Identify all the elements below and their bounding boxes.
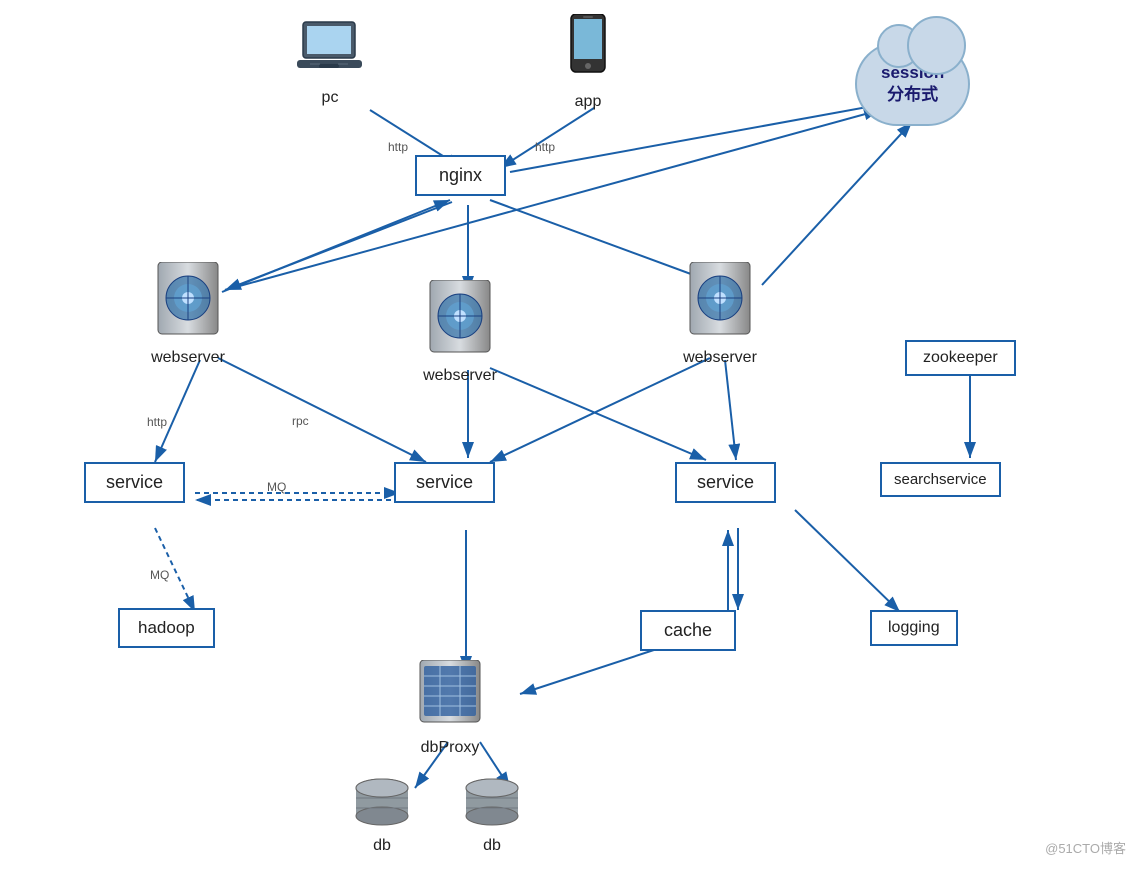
node-hadoop: hadoop — [118, 608, 215, 648]
searchservice-box: searchservice — [880, 462, 1001, 497]
app-icon — [563, 14, 613, 86]
node-webserver2: webserver — [420, 280, 500, 385]
node-db2: db — [462, 778, 522, 855]
service2-box: service — [394, 462, 495, 503]
label-rpc: rpc — [292, 414, 309, 428]
service1-box: service — [84, 462, 185, 503]
node-cache: cache — [640, 610, 736, 651]
node-webserver1: webserver — [148, 262, 228, 367]
node-session: session分布式 — [855, 42, 970, 126]
dbproxy-icon — [410, 660, 490, 732]
dbproxy-label: dbProxy — [410, 739, 490, 757]
diagram-container: http http http rpc MQ MQ pc app nginx — [0, 0, 1140, 869]
node-zookeeper: zookeeper — [905, 340, 1016, 376]
node-service3: service — [675, 462, 776, 503]
nginx-box: nginx — [415, 155, 506, 196]
node-service1: service — [84, 462, 185, 503]
webserver1-label: webserver — [148, 349, 228, 367]
server2-icon — [420, 280, 500, 360]
watermark: @51CTO博客 — [1045, 838, 1126, 857]
db2-label: db — [462, 837, 522, 855]
node-pc: pc — [295, 14, 365, 107]
db1-label: db — [352, 837, 412, 855]
pc-icon — [295, 14, 365, 82]
server3-icon — [680, 262, 760, 342]
node-searchservice: searchservice — [880, 462, 1001, 497]
node-logging: logging — [870, 610, 958, 646]
label-mq2: MQ — [150, 568, 169, 582]
session-cloud: session分布式 — [855, 42, 970, 126]
label-http1: http — [388, 140, 408, 154]
label-http3: http — [147, 415, 167, 429]
db1-icon — [352, 778, 412, 830]
zookeeper-box: zookeeper — [905, 340, 1016, 376]
pc-label: pc — [295, 89, 365, 107]
node-db1: db — [352, 778, 412, 855]
db2-icon — [462, 778, 522, 830]
node-nginx: nginx — [415, 155, 506, 196]
node-service2: service — [394, 462, 495, 503]
webserver3-label: webserver — [680, 349, 760, 367]
logging-box: logging — [870, 610, 958, 646]
webserver2-label: webserver — [420, 367, 500, 385]
hadoop-box: hadoop — [118, 608, 215, 648]
label-http2: http — [535, 140, 555, 154]
session-label: session分布式 — [881, 63, 944, 104]
cache-box: cache — [640, 610, 736, 651]
arrows-layer — [0, 0, 1140, 869]
app-label: app — [563, 93, 613, 111]
server1-icon — [148, 262, 228, 342]
label-mq1: MQ — [267, 480, 286, 494]
node-webserver3: webserver — [680, 262, 760, 367]
service3-box: service — [675, 462, 776, 503]
node-dbproxy: dbProxy — [410, 660, 490, 757]
node-app: app — [563, 14, 613, 111]
